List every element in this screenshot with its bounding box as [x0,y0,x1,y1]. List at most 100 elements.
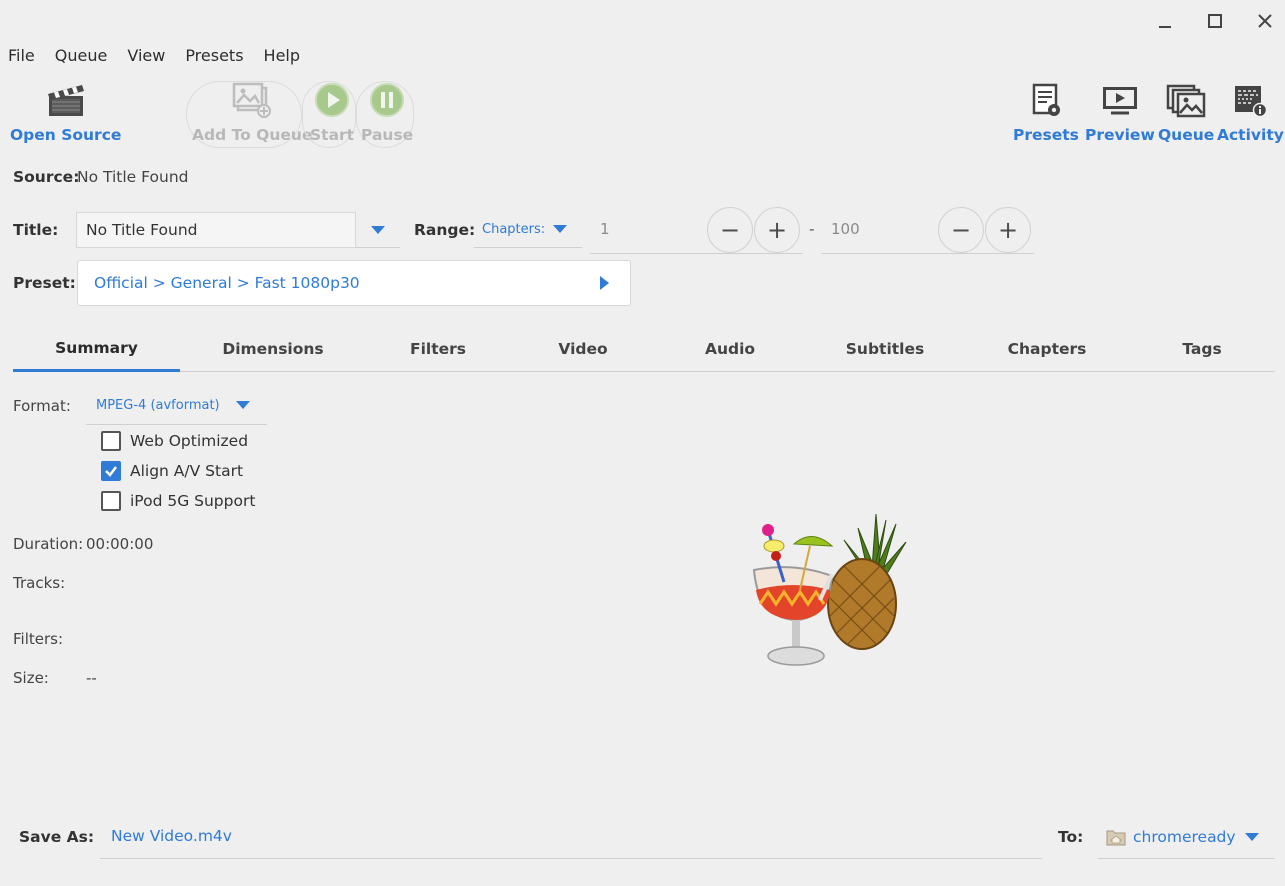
title-combo[interactable]: No Title Found [76,212,356,248]
chevron-down-icon [236,401,250,409]
destination-label: To: [1058,828,1084,846]
menu-presets[interactable]: Presets [173,45,251,67]
open-source-button[interactable]: Open Source [10,80,121,144]
add-to-queue-label: Add To Queue [192,126,313,144]
maximize-icon [1208,14,1222,28]
range-end-decrement-button[interactable]: − [938,207,984,253]
activity-button[interactable]: Activity [1217,80,1284,144]
close-icon [1258,14,1272,28]
size-label: Size: [13,669,49,687]
presets-label: Presets [1013,126,1079,144]
filters-label: Filters: [13,630,64,648]
align-av-start-checkbox[interactable]: Align A/V Start [101,461,243,481]
handbrake-logo [748,510,914,674]
web-optimized-checkbox[interactable]: Web Optimized [101,431,248,451]
duration-value: 00:00:00 [86,535,154,553]
preview-label: Preview [1085,126,1155,144]
queue-button[interactable]: Queue [1158,80,1214,144]
tab-chapters[interactable]: Chapters [992,326,1102,372]
pause-icon [369,80,405,120]
tracks-label: Tracks: [13,574,66,592]
format-value: MPEG-4 (avformat) [96,398,220,413]
open-source-label: Open Source [10,126,122,144]
title-combo-value: No Title Found [86,221,198,239]
format-dropdown[interactable]: MPEG-4 (avformat) [86,388,267,425]
preview-icon [1101,80,1139,120]
add-to-queue-button[interactable]: Add To Queue [192,80,312,144]
start-button[interactable]: Start [310,80,354,144]
menu-file[interactable]: File [0,45,43,67]
source-value: No Title Found [77,168,189,186]
pause-button[interactable]: Pause [361,80,413,144]
tab-dimensions[interactable]: Dimensions [203,326,343,372]
range-start-increment-button[interactable]: + [754,207,800,253]
plus-icon: + [997,216,1019,244]
duration-label: Duration: [13,535,84,553]
close-button[interactable] [1252,8,1278,34]
save-as-label: Save As: [19,828,95,846]
web-optimized-label: Web Optimized [130,432,249,450]
chevron-down-icon [1245,833,1259,841]
range-end-value: 100 [831,220,860,238]
plus-icon: + [766,216,788,244]
activity-label: Activity [1217,126,1284,144]
title-label: Title: [13,221,59,239]
align-av-start-label: Align A/V Start [130,462,244,480]
chevron-down-icon [371,225,385,234]
format-label: Format: [13,397,71,415]
range-separator: - [809,220,815,238]
ipod-5g-support-label: iPod 5G Support [130,492,256,510]
minimize-button[interactable] [1152,8,1178,34]
tab-audio[interactable]: Audio [680,326,780,372]
checkmark-icon [105,466,117,477]
tab-video[interactable]: Video [533,326,633,372]
play-icon [314,80,350,120]
start-label: Start [310,126,355,144]
preset-label: Preset: [13,274,76,292]
preset-value: Official > General > Fast 1080p30 [94,274,360,292]
range-mode-value: Chapters: [482,222,546,237]
preview-button[interactable]: Preview [1085,80,1155,144]
minus-icon: − [719,216,741,244]
chevron-right-icon [600,276,609,290]
size-value: -- [86,669,97,687]
queue-label: Queue [1158,126,1215,144]
presets-button[interactable]: Presets [1013,80,1079,144]
menu-bar: File Queue View Presets Help [0,45,308,67]
queue-icon [1166,80,1206,120]
pause-label: Pause [361,126,414,144]
menu-queue[interactable]: Queue [43,45,116,67]
menu-help[interactable]: Help [252,45,308,67]
tab-tags[interactable]: Tags [1157,326,1247,372]
chevron-down-icon [553,225,567,233]
clapperboard-icon [46,80,86,120]
maximize-button[interactable] [1202,8,1228,34]
preset-selector[interactable]: Official > General > Fast 1080p30 [77,260,631,306]
save-as-field[interactable]: New Video.m4v [100,814,1042,859]
settings-tabs: Summary Dimensions Filters Video Audio S… [13,326,1275,372]
menu-view[interactable]: View [115,45,173,67]
title-dropdown-button[interactable] [356,212,400,248]
tab-filters[interactable]: Filters [383,326,493,372]
save-as-value: New Video.m4v [111,827,232,845]
tab-summary[interactable]: Summary [13,326,180,372]
activity-log-icon [1232,80,1268,120]
minimize-icon [1159,26,1171,28]
checkbox-box [101,431,121,451]
ipod-5g-support-checkbox[interactable]: iPod 5G Support [101,491,255,511]
checkbox-box [101,461,121,481]
presets-icon [1029,80,1063,120]
checkbox-box [101,491,121,511]
add-image-icon [232,80,272,120]
tab-subtitles[interactable]: Subtitles [830,326,940,372]
range-start-value: 1 [600,220,610,238]
range-start-decrement-button[interactable]: − [707,207,753,253]
source-label: Source: [13,168,80,186]
range-label: Range: [414,221,476,239]
folder-home-icon [1106,830,1126,846]
minus-icon: − [950,216,972,244]
destination-folder-value: chromeready [1133,828,1236,846]
range-end-increment-button[interactable]: + [985,207,1031,253]
destination-folder-dropdown[interactable]: chromeready [1098,814,1275,859]
range-mode-dropdown[interactable]: Chapters: [474,212,582,248]
